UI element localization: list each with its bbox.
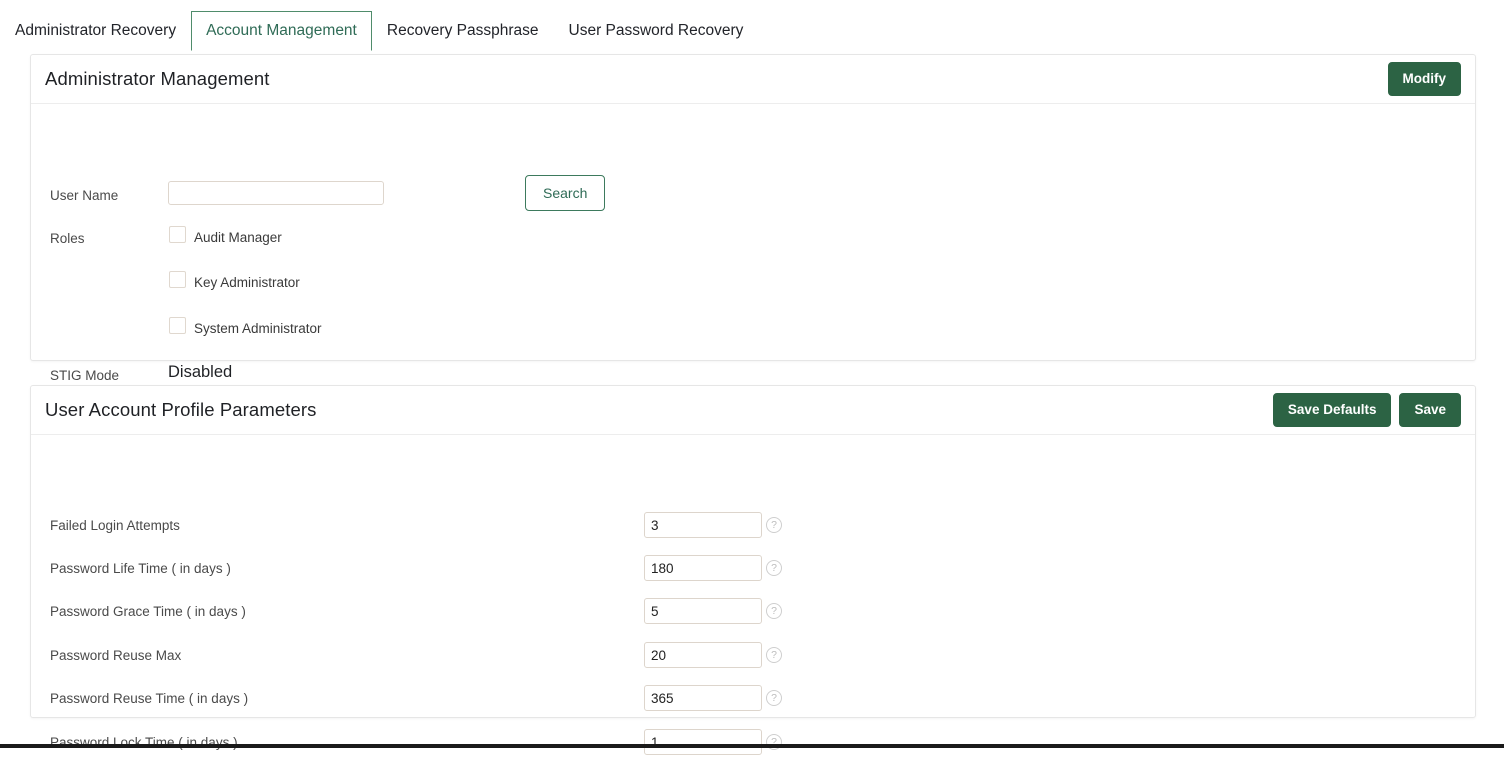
user-account-profile-parameters-panel: User Account Profile Parameters Save Def… (30, 385, 1476, 718)
tab-label: Account Management (206, 22, 357, 40)
save-button[interactable]: Save (1399, 393, 1461, 427)
tab-account-management[interactable]: Account Management (191, 11, 372, 51)
failed-login-attempts-input[interactable] (644, 512, 762, 538)
stig-mode-value: Disabled (168, 363, 232, 382)
role-label-key-administrator: Key Administrator (194, 275, 300, 290)
tab-label: Recovery Passphrase (387, 22, 539, 40)
param-label: Failed Login Attempts (50, 518, 180, 533)
password-lock-time-input[interactable] (644, 729, 762, 755)
param-label: Password Grace Time ( in days ) (50, 604, 246, 619)
panel-header-actions: Modify (1388, 62, 1462, 96)
parameters-list: Failed Login Attempts ? Password Life Ti… (31, 435, 1475, 718)
user-name-input[interactable] (168, 181, 384, 205)
tab-administrator-recovery[interactable]: Administrator Recovery (0, 11, 191, 51)
stig-mode-label: STIG Mode (50, 368, 119, 383)
role-label-system-administrator: System Administrator (194, 321, 322, 336)
panel-header-actions: Save Defaults Save (1273, 393, 1461, 427)
role-checkbox-system-administrator[interactable] (169, 317, 186, 334)
param-row-password-reuse-time: Password Reuse Time ( in days ) ? (31, 685, 1475, 713)
panel-header: User Account Profile Parameters Save Def… (31, 386, 1475, 435)
save-defaults-button[interactable]: Save Defaults (1273, 393, 1392, 427)
password-reuse-time-input[interactable] (644, 685, 762, 711)
help-icon[interactable]: ? (766, 690, 782, 706)
user-name-label: User Name (50, 188, 118, 203)
tab-bar: Administrator Recovery Account Managemen… (0, 0, 1504, 52)
tab-label: Administrator Recovery (15, 22, 176, 40)
password-reuse-max-input[interactable] (644, 642, 762, 668)
help-icon[interactable]: ? (766, 560, 782, 576)
panel-title: User Account Profile Parameters (45, 399, 316, 421)
footer-divider (0, 744, 1504, 748)
search-button[interactable]: Search (525, 175, 605, 211)
param-row-password-grace-time: Password Grace Time ( in days ) ? (31, 598, 1475, 626)
param-row-failed-login-attempts: Failed Login Attempts ? (31, 512, 1475, 540)
param-label: Password Life Time ( in days ) (50, 561, 231, 576)
administrator-management-panel: Administrator Management Modify User Nam… (30, 54, 1476, 361)
role-checkbox-audit-manager[interactable] (169, 226, 186, 243)
param-label: Password Reuse Time ( in days ) (50, 691, 248, 706)
tab-recovery-passphrase[interactable]: Recovery Passphrase (372, 11, 554, 51)
page-title: Administrator Management (45, 68, 270, 90)
password-grace-time-input[interactable] (644, 598, 762, 624)
modify-button[interactable]: Modify (1388, 62, 1462, 96)
role-checkbox-key-administrator[interactable] (169, 271, 186, 288)
password-life-time-input[interactable] (644, 555, 762, 581)
administrator-management-form: User Name Search Roles Audit Manager Key… (31, 104, 1475, 361)
tab-label: User Password Recovery (569, 22, 744, 40)
param-row-password-life-time: Password Life Time ( in days ) ? (31, 555, 1475, 583)
help-icon[interactable]: ? (766, 603, 782, 619)
param-row-password-lock-time: Password Lock Time ( in days ) ? (31, 729, 1475, 757)
help-icon[interactable]: ? (766, 517, 782, 533)
panel-header: Administrator Management Modify (31, 55, 1475, 104)
help-icon[interactable]: ? (766, 647, 782, 663)
role-label-audit-manager: Audit Manager (194, 230, 282, 245)
param-label: Password Reuse Max (50, 648, 181, 663)
param-row-password-reuse-max: Password Reuse Max ? (31, 642, 1475, 670)
roles-label: Roles (50, 231, 85, 246)
tab-user-password-recovery[interactable]: User Password Recovery (554, 11, 759, 51)
